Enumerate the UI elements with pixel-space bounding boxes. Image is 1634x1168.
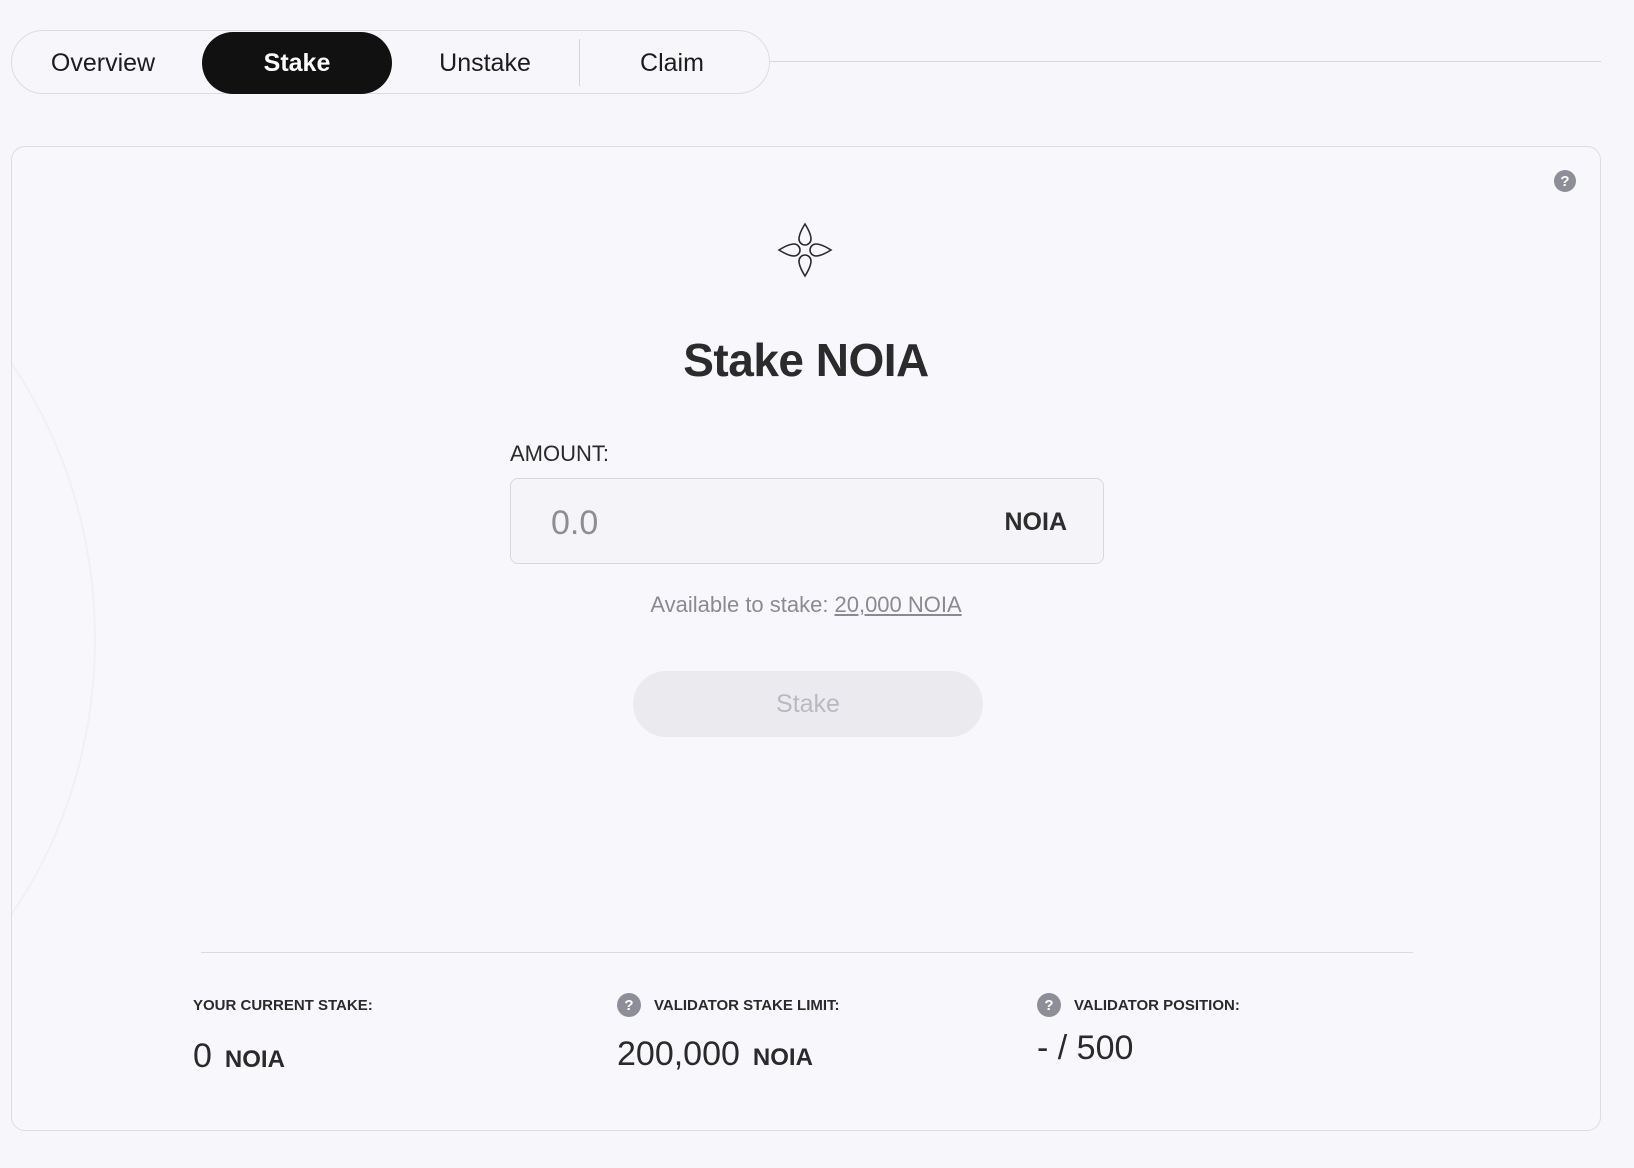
page-title: Stake NOIA [683, 334, 929, 386]
stat-unit: NOIA [224, 1046, 285, 1073]
four-petal-logo-icon [777, 222, 833, 278]
stat-label: ? VALIDATOR POSITION: [1037, 993, 1240, 1017]
tab-stake[interactable]: Stake [202, 32, 392, 94]
amount-unit: NOIA [1004, 508, 1068, 536]
stat-value: 200,000 NOIA [617, 1035, 813, 1073]
tab-separator [579, 39, 580, 86]
available-amount-link[interactable]: 20,000 NOIA [834, 592, 961, 617]
validator-position-stat: ? VALIDATOR POSITION: - / 500 [1037, 993, 1240, 1068]
tab-unstake[interactable]: Unstake [395, 32, 575, 94]
tab-bar-underline [770, 61, 1601, 62]
current-stake-stat: YOUR CURRENT STAKE: 0 NOIA [193, 993, 373, 1076]
available-to-stake: Available to stake: 20,000 NOIA [12, 592, 1600, 618]
stake-card: ? Stake NOIA AMOUNT: NOIA Available to s… [11, 146, 1601, 1131]
stat-label: YOUR CURRENT STAKE: [193, 996, 373, 1014]
amount-label: AMOUNT: [510, 441, 609, 466]
amount-field-container: NOIA [510, 478, 1104, 564]
stat-unit: NOIA [752, 1044, 813, 1071]
tab-claim[interactable]: Claim [582, 32, 762, 94]
background-decoration [12, 187, 96, 1091]
tab-bar: Overview Stake Unstake Claim [11, 30, 770, 94]
stake-button[interactable]: Stake [633, 671, 983, 737]
amount-input[interactable] [549, 499, 933, 547]
validator-stake-limit-stat: ? VALIDATOR STAKE LIMIT: 200,000 NOIA [617, 993, 840, 1074]
tab-overview[interactable]: Overview [13, 32, 193, 94]
stat-value: 0 NOIA [193, 1037, 285, 1075]
stat-label: ? VALIDATOR STAKE LIMIT: [617, 993, 840, 1017]
stat-value: - / 500 [1037, 1029, 1134, 1067]
available-label: Available to stake: [650, 592, 829, 617]
question-icon[interactable]: ? [1554, 170, 1576, 192]
staking-page: Overview Stake Unstake Claim ? Stake NOI… [0, 0, 1634, 1168]
question-icon[interactable]: ? [1037, 993, 1061, 1017]
question-icon[interactable]: ? [617, 993, 641, 1017]
stats-divider [201, 952, 1413, 953]
